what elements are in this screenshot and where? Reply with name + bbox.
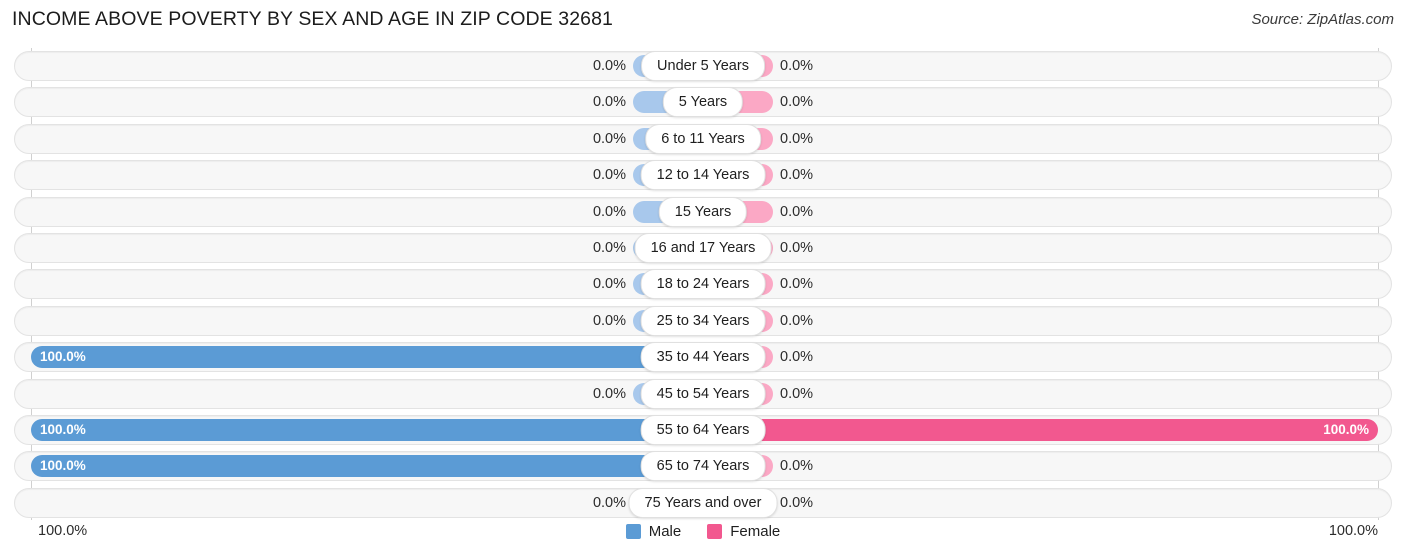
legend-swatch-icon: [707, 524, 723, 539]
male-half: 0.0%: [31, 127, 703, 150]
male-half: 100.0%: [31, 346, 703, 369]
female-half: 0.0%: [703, 309, 1378, 332]
male-value-label: 0.0%: [592, 239, 626, 256]
female-half: 0.0%: [703, 200, 1378, 223]
female-value-label: 100.0%: [1323, 421, 1369, 437]
male-half: 0.0%: [31, 309, 703, 332]
male-value-label: 0.0%: [592, 94, 626, 111]
female-value-label: 0.0%: [780, 130, 814, 147]
male-value-label: 100.0%: [40, 421, 86, 437]
female-half: 0.0%: [703, 273, 1378, 296]
chart-footer: 100.0% 100.0% Male Female: [0, 520, 1406, 558]
male-value-label: 0.0%: [592, 276, 626, 293]
male-half: 0.0%: [31, 491, 703, 514]
chart-row: 0.0% 0.0% 18 to 24 Years: [0, 266, 1406, 302]
female-value-label: 0.0%: [780, 239, 814, 256]
female-half: 0.0%: [703, 55, 1378, 77]
age-group-label[interactable]: 12 to 14 Years: [640, 160, 766, 191]
male-bar[interactable]: 100.0%: [31, 346, 703, 369]
female-value-label: 0.0%: [780, 276, 814, 293]
male-value-label: 0.0%: [592, 58, 626, 74]
male-value-label: 0.0%: [592, 167, 626, 184]
male-value-label: 100.0%: [40, 349, 86, 365]
female-half: 0.0%: [703, 127, 1378, 150]
chart-header: INCOME ABOVE POVERTY BY SEX AND AGE IN Z…: [0, 0, 1406, 40]
female-half: 0.0%: [703, 164, 1378, 187]
male-half: 0.0%: [31, 236, 703, 259]
chart-row: 0.0% 0.0% 25 to 34 Years: [0, 303, 1406, 339]
chart-row: 0.0% 0.0% 6 to 11 Years: [0, 121, 1406, 157]
male-value-label: 0.0%: [592, 312, 626, 329]
female-half: 0.0%: [703, 236, 1378, 259]
legend-swatch-icon: [625, 524, 641, 539]
male-value-label: 0.0%: [592, 203, 626, 220]
male-half: 100.0%: [31, 418, 703, 441]
male-half: 100.0%: [31, 455, 703, 478]
age-group-label[interactable]: 65 to 74 Years: [640, 451, 766, 482]
male-half: 0.0%: [31, 164, 703, 187]
male-value-label: 100.0%: [40, 458, 86, 474]
female-value-label: 0.0%: [780, 203, 814, 220]
page-title: INCOME ABOVE POVERTY BY SEX AND AGE IN Z…: [12, 8, 614, 30]
male-bar[interactable]: 100.0%: [31, 455, 703, 478]
age-group-label[interactable]: 18 to 24 Years: [640, 269, 766, 300]
legend-label: Male: [648, 523, 682, 540]
age-group-label[interactable]: 5 Years: [662, 87, 744, 118]
chart-row: 100.0% 0.0% 65 to 74 Years: [0, 448, 1406, 484]
legend-label: Female: [730, 523, 781, 540]
male-bar[interactable]: 100.0%: [31, 418, 703, 441]
female-half: 0.0%: [703, 91, 1378, 114]
age-group-label[interactable]: 45 to 54 Years: [640, 378, 766, 409]
age-group-label[interactable]: 35 to 44 Years: [640, 342, 766, 373]
chart-row: 0.0% 0.0% 75 Years and over: [0, 485, 1406, 521]
female-value-label: 0.0%: [780, 458, 814, 475]
chart-row: 0.0% 0.0% 5 Years: [0, 84, 1406, 120]
legend-item[interactable]: Female: [707, 523, 780, 540]
female-half: 0.0%: [703, 455, 1378, 478]
age-group-label[interactable]: 15 Years: [658, 196, 748, 227]
age-group-label[interactable]: 6 to 11 Years: [645, 123, 761, 154]
female-half: 0.0%: [703, 346, 1378, 369]
female-half: 0.0%: [703, 491, 1378, 514]
female-bar[interactable]: 100.0%: [703, 418, 1378, 441]
chart-row: 0.0% 0.0% 16 and 17 Years: [0, 230, 1406, 266]
male-value-label: 0.0%: [592, 130, 626, 147]
male-half: 0.0%: [31, 91, 703, 114]
chart-row: 100.0% 0.0% 35 to 44 Years: [0, 339, 1406, 375]
male-value-label: 0.0%: [592, 385, 626, 402]
male-half: 0.0%: [31, 382, 703, 405]
chart-row: 0.0% 0.0% Under 5 Years: [0, 48, 1406, 84]
male-half: 0.0%: [31, 55, 703, 77]
chart-row: 0.0% 0.0% 45 to 54 Years: [0, 376, 1406, 412]
female-value-label: 0.0%: [780, 167, 814, 184]
chart-row: 0.0% 0.0% 15 Years: [0, 194, 1406, 230]
source-attribution: Source: ZipAtlas.com: [1251, 11, 1394, 28]
chart-row: 0.0% 0.0% 12 to 14 Years: [0, 157, 1406, 193]
age-group-label[interactable]: 25 to 34 Years: [640, 305, 766, 336]
female-half: 100.0%: [703, 418, 1378, 441]
female-value-label: 0.0%: [780, 494, 814, 511]
chart-row: 100.0% 100.0% 55 to 64 Years: [0, 412, 1406, 448]
age-group-label[interactable]: 16 and 17 Years: [634, 232, 772, 263]
female-value-label: 0.0%: [780, 349, 814, 366]
age-group-label[interactable]: 55 to 64 Years: [640, 414, 766, 445]
male-half: 0.0%: [31, 200, 703, 223]
male-half: 0.0%: [31, 273, 703, 296]
chart-legend: Male Female: [0, 523, 1406, 540]
female-half: 0.0%: [703, 382, 1378, 405]
female-value-label: 0.0%: [780, 58, 814, 74]
male-value-label: 0.0%: [592, 494, 626, 511]
female-value-label: 0.0%: [780, 94, 814, 111]
female-value-label: 0.0%: [780, 312, 814, 329]
chart-rows: 0.0% 0.0% Under 5 Years 0.0% 0.0% 5 Years 0.0%…: [0, 48, 1406, 521]
chart-plot-area: 0.0% 0.0% Under 5 Years 0.0% 0.0% 5 Years 0.0%…: [0, 48, 1406, 520]
age-group-label[interactable]: 75 Years and over: [628, 487, 778, 518]
female-value-label: 0.0%: [780, 385, 814, 402]
legend-item[interactable]: Male: [625, 523, 682, 540]
age-group-label[interactable]: Under 5 Years: [641, 51, 765, 81]
